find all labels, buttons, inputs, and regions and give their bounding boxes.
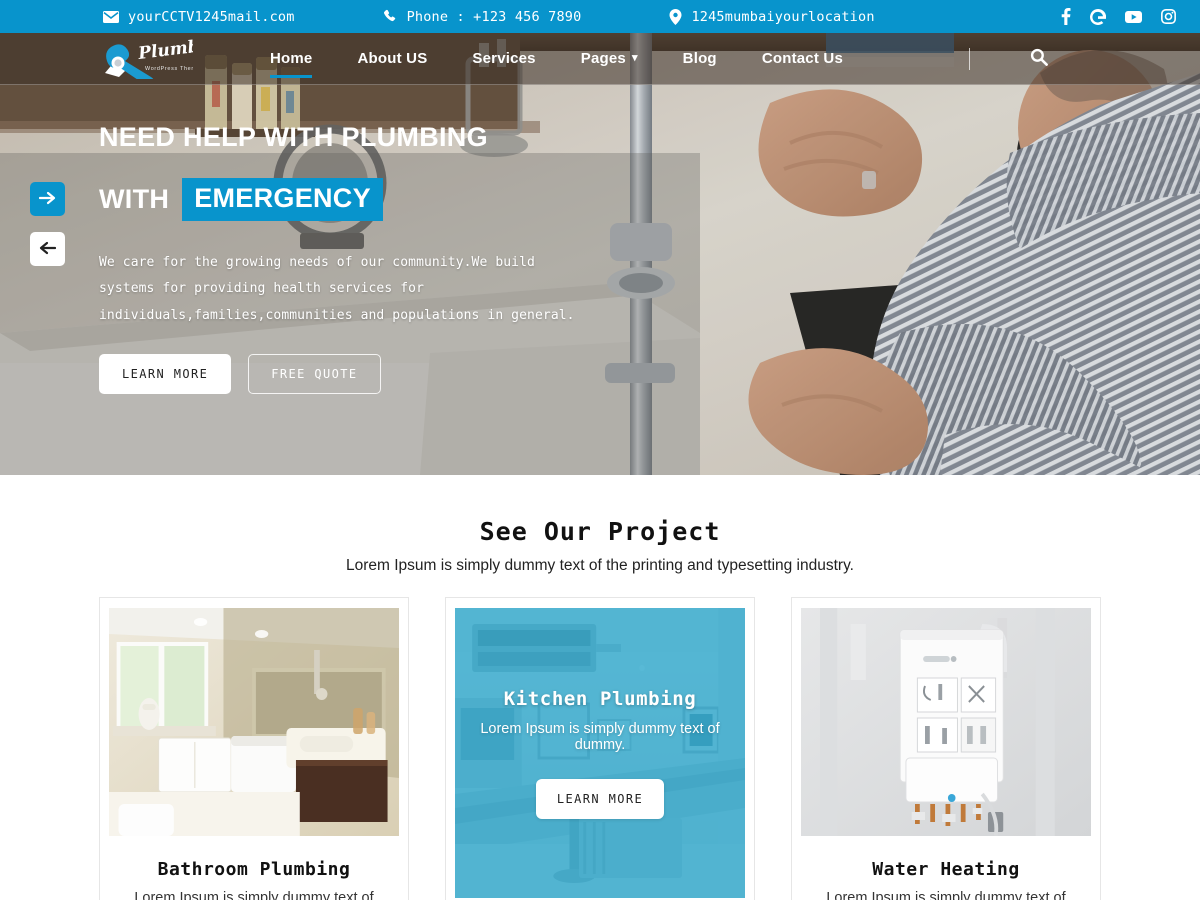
google-icon[interactable] [1090,8,1106,25]
free-quote-button[interactable]: FREE QUOTE [248,353,381,394]
hero-paragraph-line: systems for providing health services fo… [99,281,424,297]
hero-paragraph-line: We care for the growing needs of our com… [99,254,535,270]
nav-item-blog-label: Blog [682,50,717,67]
hero-paragraph: We care for the growing needs of our com… [99,250,699,330]
carousel-controls [30,182,65,266]
top-contact-bar: yourCCTV1245mail.com Phone : +123 456 78… [0,0,1200,33]
project-card-title: Kitchen Plumbing [503,687,697,710]
topbar-location-text: 1245mumbaiyourlocation [691,8,875,25]
project-cards: Bathroom Plumbing Lorem Ipsum is simply … [0,597,1200,900]
hero-headline-line1: NEED HELP WITH PLUMBING [99,122,488,152]
project-card-overlay: Kitchen Plumbing Lorem Ipsum is simply d… [455,608,745,898]
nav-item-blog[interactable]: Blog [683,33,717,85]
social-links [1061,8,1176,25]
hero-banner: Plumber WordPress Theme Home About US Se… [0,33,1200,475]
nav-item-home-label: Home [270,50,313,67]
project-card-desc: Lorem Ipsum is simply dummy text of dumm… [134,890,374,900]
project-card-desc: Lorem Ipsum is simply dummy text of dumm… [826,890,1066,900]
topbar-email[interactable]: yourCCTV1245mail.com [103,9,295,25]
project-card-title: Water Heating [872,859,1020,880]
search-button[interactable] [1030,48,1048,69]
topbar-phone-text: Phone : +123 456 7890 [406,8,582,25]
hero-headline-line2: WITH EMERGENCY [99,177,699,221]
hero-headline-highlight: EMERGENCY [182,177,383,221]
nav-item-pages-label: Pages [580,50,626,67]
nav-item-about-us[interactable]: About US [357,33,427,85]
learn-more-button[interactable]: LEARN MORE [99,353,232,394]
project-card-water-heating[interactable]: Water Heating Lorem Ipsum is simply dumm… [791,597,1101,900]
nav-divider [969,47,970,70]
hero-headline-with: WITH [99,183,170,214]
water-heater-photo [801,608,1091,836]
main-navigation: Plumber WordPress Theme Home About US Se… [0,33,1200,85]
project-card-title: Bathroom Plumbing [157,859,351,880]
nav-item-pages[interactable]: Pages ▾ [581,33,638,85]
page-title: See Our Project [479,517,721,546]
topbar-phone[interactable]: Phone : +123 456 7890 [383,9,582,25]
arrow-left-icon [39,241,57,258]
project-card-inner: Kitchen Plumbing Lorem Ipsum is simply d… [455,608,745,898]
carousel-next-button[interactable] [30,182,65,216]
project-card-desc: Lorem Ipsum is simply dummy text of dumm… [480,720,720,753]
facebook-icon[interactable] [1061,8,1071,25]
search-icon [1030,48,1048,69]
svg-text:Plumber: Plumber [136,39,193,64]
nav-item-services[interactable]: Services [472,33,535,85]
svg-text:WordPress Theme: WordPress Theme [145,66,193,72]
carousel-prev-button[interactable] [30,232,65,266]
nav-item-about-us-label: About US [357,50,428,67]
instagram-icon[interactable] [1161,9,1176,24]
hero-copy: NEED HELP WITH PLUMBING WITH EMERGENCY W… [99,122,699,394]
map-pin-icon [669,8,682,25]
project-card-kitchen[interactable]: Kitchen Plumbing Lorem Ipsum is simply d… [445,597,755,900]
nav-item-services-label: Services [472,50,536,67]
bathroom-photo [109,608,399,836]
card-learn-more-button[interactable]: LEARN MORE [535,778,665,819]
hero-content: NEED HELP WITH PLUMBING WITH EMERGENCY W… [0,33,1200,475]
hero-paragraph-line: individuals,families,communities and pop… [99,307,575,323]
nav-item-contact-us-label: Contact Us [761,50,843,67]
site-logo[interactable]: Plumber WordPress Theme [97,39,193,79]
nav-links: Home About US Services Pages ▾ Blog Cont… [270,33,843,85]
chevron-down-icon: ▾ [631,52,638,64]
arrow-right-icon [38,191,56,208]
nav-item-home[interactable]: Home [270,33,313,85]
topbar-location[interactable]: 1245mumbaiyourlocation [669,8,875,25]
envelope-icon [103,10,119,23]
projects-subtitle: Lorem Ipsum is simply dummy text of the … [346,557,854,574]
hero-buttons: LEARN MORE FREE QUOTE [99,353,699,394]
nav-item-contact-us[interactable]: Contact Us [762,33,843,85]
project-card-bathroom[interactable]: Bathroom Plumbing Lorem Ipsum is simply … [99,597,409,900]
phone-icon [383,9,398,24]
youtube-icon[interactable] [1125,10,1142,23]
topbar-email-text: yourCCTV1245mail.com [128,8,295,25]
projects-section: See Our Project Lorem Ipsum is simply du… [0,475,1200,900]
